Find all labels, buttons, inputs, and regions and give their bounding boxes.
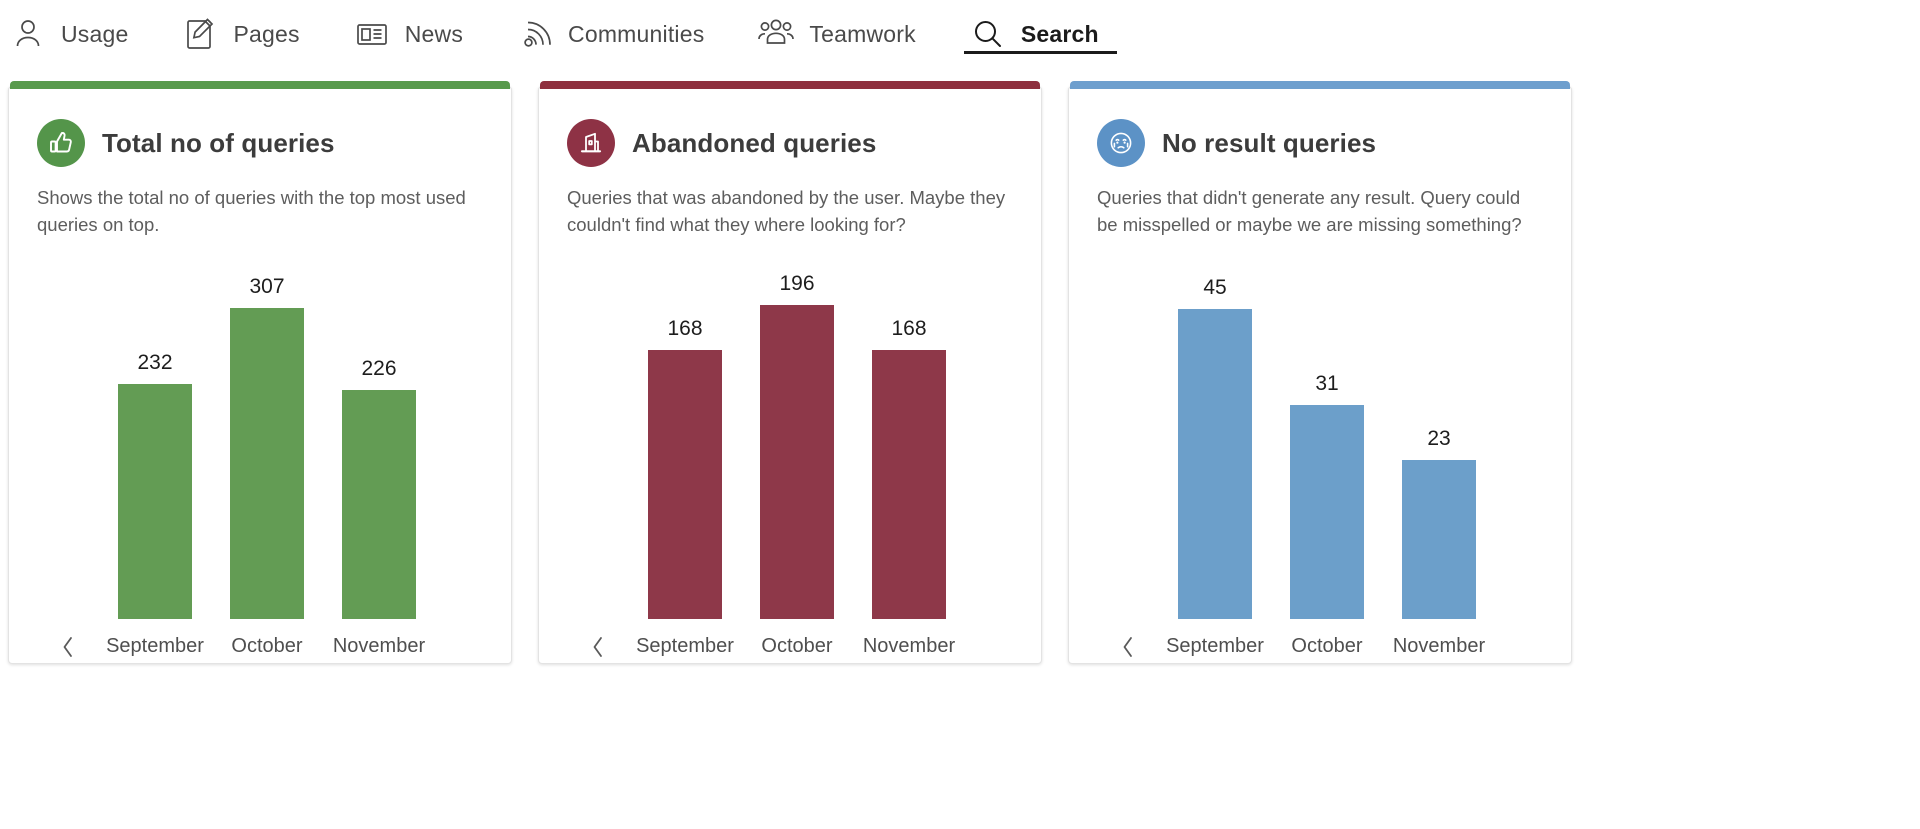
bar-chart: 232 307 226 September October November — [37, 239, 483, 675]
main-navigation: Usage Pages News Communities Teamwork Se… — [0, 0, 1920, 68]
chart-plot-area: 232 307 226 — [37, 239, 483, 619]
bar-column[interactable]: 307 — [211, 239, 323, 619]
nav-item-label: Teamwork — [809, 20, 916, 47]
x-axis-label: November — [332, 635, 426, 658]
card-description: Queries that was abandoned by the user. … — [567, 187, 1006, 235]
card-abandoned-queries: Abandoned queries Queries that was aband… — [538, 81, 1042, 664]
newspaper-icon — [352, 14, 392, 54]
nav-item-label: News — [404, 20, 464, 47]
x-axis-label: October — [1291, 635, 1363, 658]
card-total-no-of-queries: Total no of queries Shows the total no o… — [8, 81, 512, 664]
nav-item-communities[interactable]: Communities — [511, 0, 730, 68]
previous-period-button[interactable] — [37, 634, 99, 660]
x-axis-label: September — [1166, 635, 1264, 658]
bar[interactable] — [118, 383, 192, 619]
chart-x-axis: September October November — [37, 619, 483, 675]
bar-chart-building-icon — [567, 119, 615, 167]
bar-column[interactable]: 45 — [1159, 239, 1271, 619]
chart-plot-area: 45 31 23 — [1097, 239, 1543, 619]
card-title: Total no of queries — [102, 127, 335, 158]
x-axis-label: November — [1392, 635, 1486, 658]
card-no-result-queries: No result queries Queries that didn't ge… — [1068, 81, 1572, 664]
nav-item-news[interactable]: News — [348, 0, 489, 68]
page-edit-icon — [180, 14, 220, 54]
bar-value-label: 31 — [1315, 372, 1339, 396]
bar-column[interactable]: 31 — [1271, 239, 1383, 619]
bar-chart: 45 31 23 September October November — [1097, 239, 1543, 675]
search-metrics-cards: Total no of queries Shows the total no o… — [0, 68, 1920, 664]
bar-value-label: 226 — [361, 356, 397, 380]
bar-column[interactable]: 232 — [99, 239, 211, 619]
card-header: Abandoned queries — [567, 119, 1013, 167]
crying-face-icon — [1097, 119, 1145, 167]
card-header: No result queries — [1097, 119, 1543, 167]
bar-column[interactable]: 168 — [629, 239, 741, 619]
bar-value-label: 23 — [1427, 427, 1451, 451]
chart-x-axis: September October November — [567, 619, 1013, 675]
card-title: No result queries — [1162, 127, 1377, 158]
bar-column[interactable]: 168 — [853, 239, 965, 619]
nav-item-usage[interactable]: Usage — [4, 0, 154, 68]
card-accent-bar — [540, 81, 1040, 89]
bar-value-label: 307 — [249, 275, 285, 299]
previous-period-button[interactable] — [1097, 634, 1159, 660]
bar-value-label: 168 — [667, 316, 703, 340]
chart-x-axis: September October November — [1097, 619, 1543, 675]
bar[interactable] — [648, 349, 722, 619]
bar-column[interactable]: 196 — [741, 239, 853, 619]
bar[interactable] — [1290, 405, 1364, 619]
nav-item-label: Usage — [61, 20, 129, 47]
card-title: Abandoned queries — [632, 127, 877, 158]
nav-item-label: Search — [1020, 20, 1099, 47]
bar[interactable] — [872, 349, 946, 619]
bar[interactable] — [342, 389, 416, 619]
x-axis-label: September — [636, 635, 734, 658]
card-description: Queries that didn't generate any result.… — [1097, 187, 1522, 235]
bar-value-label: 232 — [137, 350, 173, 374]
nav-item-label: Communities — [568, 20, 705, 47]
bar-value-label: 45 — [1203, 276, 1227, 300]
search-icon — [968, 14, 1008, 54]
nav-item-search[interactable]: Search — [963, 0, 1125, 68]
previous-period-button[interactable] — [567, 634, 629, 660]
bar[interactable] — [760, 305, 834, 619]
bar-column[interactable]: 23 — [1383, 239, 1495, 619]
people-group-icon — [756, 14, 796, 54]
nav-item-pages[interactable]: Pages — [176, 0, 325, 68]
broadcast-icon — [515, 14, 555, 54]
card-accent-bar — [10, 81, 510, 89]
bar[interactable] — [1178, 309, 1252, 619]
x-axis-label: October — [761, 635, 833, 658]
chart-plot-area: 168 196 168 — [567, 239, 1013, 619]
bar-chart: 168 196 168 September October November — [567, 239, 1013, 675]
bar-value-label: 196 — [779, 272, 815, 296]
bar[interactable] — [230, 308, 304, 619]
bar[interactable] — [1402, 460, 1476, 619]
x-axis-label: November — [862, 635, 956, 658]
x-axis-label: October — [231, 635, 303, 658]
person-icon — [8, 14, 48, 54]
nav-item-label: Pages — [233, 20, 300, 47]
x-axis-label: September — [106, 635, 204, 658]
card-accent-bar — [1070, 81, 1570, 89]
card-description: Shows the total no of queries with the t… — [37, 187, 466, 235]
bar-column[interactable]: 226 — [323, 239, 435, 619]
bar-value-label: 168 — [891, 316, 927, 340]
card-header: Total no of queries — [37, 119, 483, 167]
nav-item-teamwork[interactable]: Teamwork — [752, 0, 941, 68]
thumbs-up-icon — [37, 119, 85, 167]
